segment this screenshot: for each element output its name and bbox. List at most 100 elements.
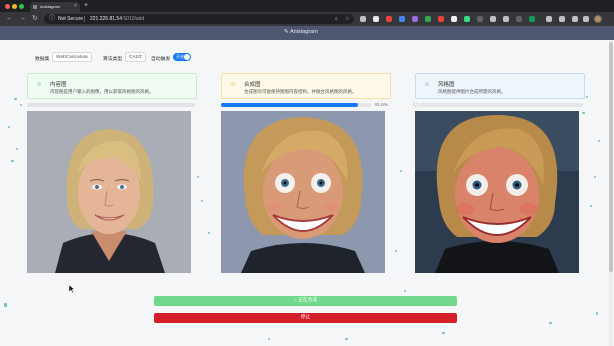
- feather-icon: ✎: [284, 29, 289, 35]
- style-progress-status-icon: [413, 102, 418, 107]
- scrollbar-thumb[interactable]: [609, 42, 613, 272]
- extension-icon[interactable]: [529, 16, 535, 22]
- chevron-down-icon: ⌄: [83, 54, 88, 60]
- window-minimize-button[interactable]: [12, 4, 17, 9]
- side-panel-icon[interactable]: [583, 16, 589, 22]
- card-description: 合成图尽可能保持图图内容结构，并融合风格图的风格。: [244, 89, 357, 94]
- extension-icon[interactable]: [438, 16, 444, 22]
- forward-button[interactable]: →: [19, 15, 26, 23]
- extension-icon[interactable]: [477, 16, 483, 22]
- extension-icon[interactable]: [490, 16, 496, 22]
- browser-tab[interactable]: Anistagram ×: [30, 2, 80, 12]
- app-header: ✎ Anistagram: [0, 26, 614, 40]
- dataset-select[interactable]: WebCaricature ⌄: [52, 52, 92, 62]
- particle: [208, 232, 210, 234]
- particle: [549, 322, 552, 324]
- synthesized-image: [221, 111, 385, 273]
- extension-icon[interactable]: [425, 16, 431, 22]
- particle: [590, 205, 592, 207]
- particle: [14, 98, 17, 100]
- tab-title: Anistagram: [40, 4, 61, 9]
- card-title: 内容图: [50, 82, 67, 88]
- particle: [582, 112, 585, 114]
- stop-button[interactable]: 停止: [154, 313, 457, 323]
- particle: [594, 176, 596, 178]
- smile-icon: ☺: [424, 82, 431, 88]
- extension-icon[interactable]: [399, 16, 405, 22]
- model-label: 算法类型: [103, 57, 123, 62]
- url-path: :5010/add: [121, 16, 145, 22]
- search-icon[interactable]: ⌕: [335, 16, 338, 22]
- card-description: 风格图提供图片合成所需的风格。: [438, 89, 506, 94]
- address-divider: [84, 16, 85, 22]
- synthesis-progress-label: 91.6%: [375, 102, 388, 107]
- particle: [598, 140, 600, 142]
- new-tab-button[interactable]: +: [84, 2, 88, 10]
- extension-icon[interactable]: [503, 16, 509, 22]
- extension-icon[interactable]: [451, 16, 457, 22]
- particle: [395, 250, 397, 252]
- browser-toolbar: ← → ↻ ⓘ Not Secure 221.226.81.54:5010/ad…: [0, 12, 614, 26]
- extension-icon[interactable]: [464, 16, 470, 22]
- particle: [268, 338, 270, 340]
- app-title: Anistagram: [290, 29, 318, 35]
- tab-close-icon[interactable]: ×: [74, 3, 77, 9]
- toggle-knob: [184, 54, 190, 60]
- share-icon[interactable]: [360, 16, 366, 22]
- synthesis-progress-track: [221, 103, 371, 107]
- content-image: [27, 111, 191, 273]
- url-host: 221.226.81.54: [90, 16, 122, 22]
- bookmark-star-icon[interactable]: ☆: [345, 16, 349, 22]
- card-title: 合成图: [244, 82, 261, 88]
- extension-icon[interactable]: [516, 16, 522, 22]
- particle: [201, 200, 203, 202]
- content-image-card: ☺ 内容图 内容图是用户输入的图像，用以获取风格图的风格。: [27, 73, 197, 99]
- page-scrollbar[interactable]: [609, 40, 613, 346]
- model-select[interactable]: CAST ⌄: [125, 52, 146, 62]
- generate-button[interactable]: ○ 正在合成: [154, 296, 457, 306]
- particle: [16, 148, 18, 150]
- particle: [8, 126, 10, 128]
- particle: [596, 312, 598, 315]
- address-bar[interactable]: ⓘ Not Secure 221.226.81.54:5010/add ⌕ ☆: [44, 14, 354, 24]
- particle: [345, 338, 348, 340]
- reload-button[interactable]: ↻: [32, 15, 38, 23]
- particle: [400, 170, 402, 172]
- particle: [586, 96, 588, 98]
- card-title: 风格图: [438, 82, 455, 88]
- particle: [4, 303, 7, 307]
- security-label: Not Secure: [58, 16, 84, 22]
- tab-favicon-icon: [33, 5, 37, 9]
- window-zoom-button[interactable]: [19, 4, 24, 9]
- mouse-cursor-icon: [69, 285, 75, 293]
- style-progress-track: [419, 103, 583, 107]
- particle: [404, 290, 406, 292]
- extension-icon[interactable]: [412, 16, 418, 22]
- browser-tab-bar: Anistagram × +: [0, 0, 614, 12]
- extensions-puzzle-icon[interactable]: [572, 16, 578, 22]
- style-image: [415, 111, 579, 273]
- smile-icon: ☺: [36, 82, 43, 88]
- bookmarks-icon[interactable]: [546, 16, 552, 22]
- url-text: 221.226.81.54:5010/add: [90, 16, 144, 22]
- particle: [442, 332, 445, 334]
- extension-icon[interactable]: [386, 16, 392, 22]
- particle: [20, 104, 22, 106]
- back-button[interactable]: ←: [6, 15, 13, 23]
- reading-list-icon[interactable]: [559, 16, 565, 22]
- card-description: 内容图是用户输入的图像，用以获取风格图的风格。: [50, 89, 154, 94]
- dataset-label: 数据集: [35, 57, 50, 62]
- synthesized-image-card: ☺ 合成图 合成图尽可能保持图图内容结构，并融合风格图的风格。: [221, 73, 391, 99]
- window-close-button[interactable]: [5, 4, 10, 9]
- style-image-card: ☺ 风格图 风格图提供图片合成所需的风格。: [415, 73, 585, 99]
- auto-trigger-label: 自动触发: [151, 57, 171, 62]
- info-icon[interactable]: ⓘ: [49, 15, 55, 23]
- smile-icon: ☺: [230, 82, 237, 88]
- particle: [197, 176, 199, 178]
- extension-icon[interactable]: [373, 16, 379, 22]
- toggle-text: 开启: [176, 54, 184, 59]
- profile-avatar[interactable]: [594, 15, 602, 23]
- synthesis-progress-fill: [221, 103, 359, 107]
- particle: [11, 160, 14, 162]
- auto-trigger-toggle[interactable]: 开启: [173, 53, 191, 61]
